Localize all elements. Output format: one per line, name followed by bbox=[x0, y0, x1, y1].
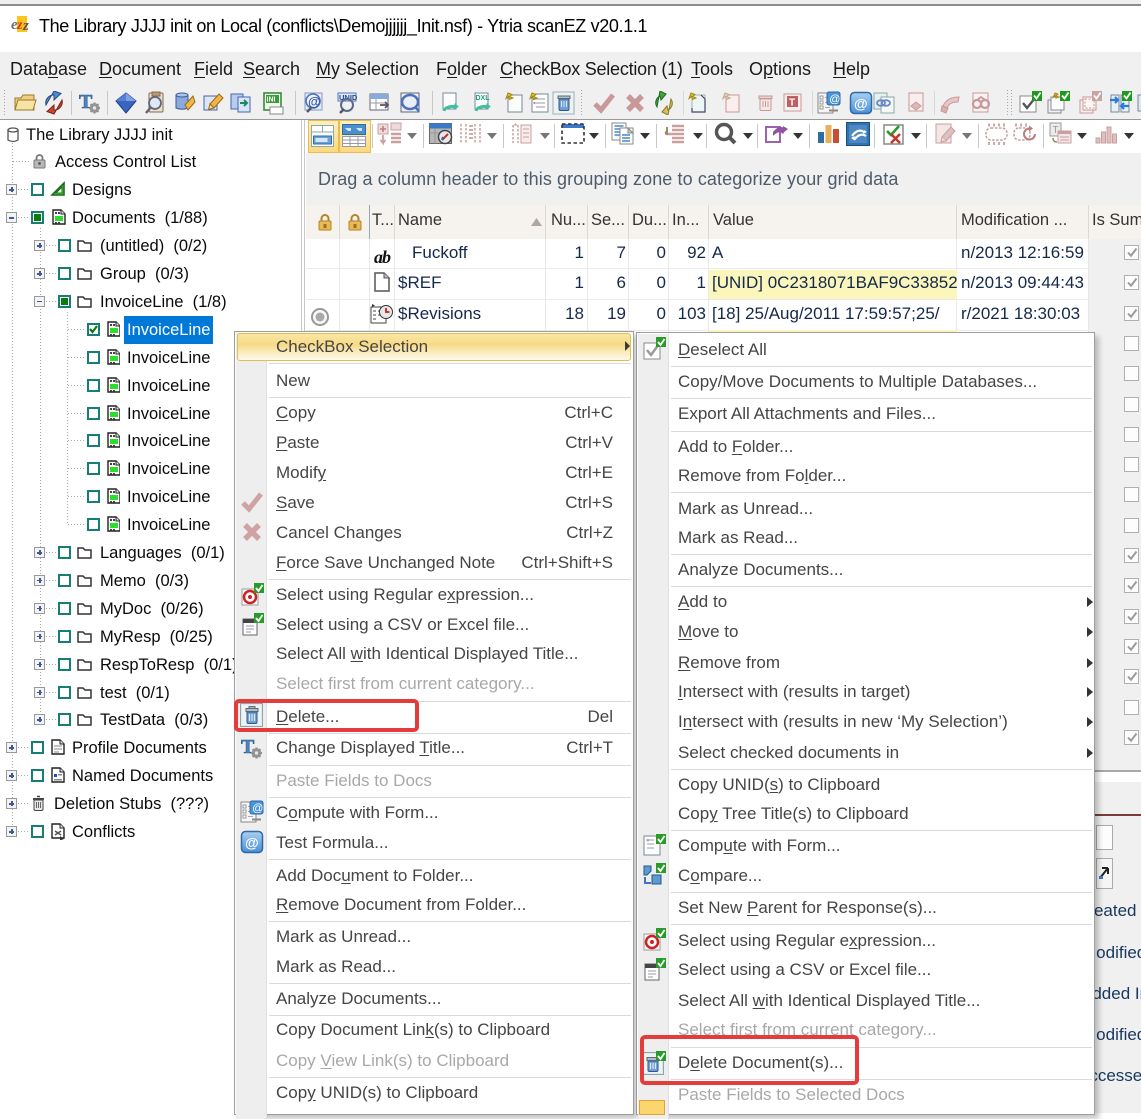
svg-text:z: z bbox=[22, 18, 29, 33]
svg-text:@: @ bbox=[308, 94, 321, 109]
svg-text:@: @ bbox=[854, 96, 868, 112]
svg-text:DXL: DXL bbox=[476, 95, 491, 102]
svg-text:@: @ bbox=[245, 835, 259, 851]
svg-text:INI: INI bbox=[267, 97, 276, 104]
svg-text:ab: ab bbox=[374, 247, 391, 267]
svg-text:@: @ bbox=[252, 803, 263, 815]
svg-text:T: T bbox=[789, 98, 795, 109]
svg-text:z: z bbox=[16, 18, 23, 33]
svg-text:@: @ bbox=[829, 94, 840, 106]
